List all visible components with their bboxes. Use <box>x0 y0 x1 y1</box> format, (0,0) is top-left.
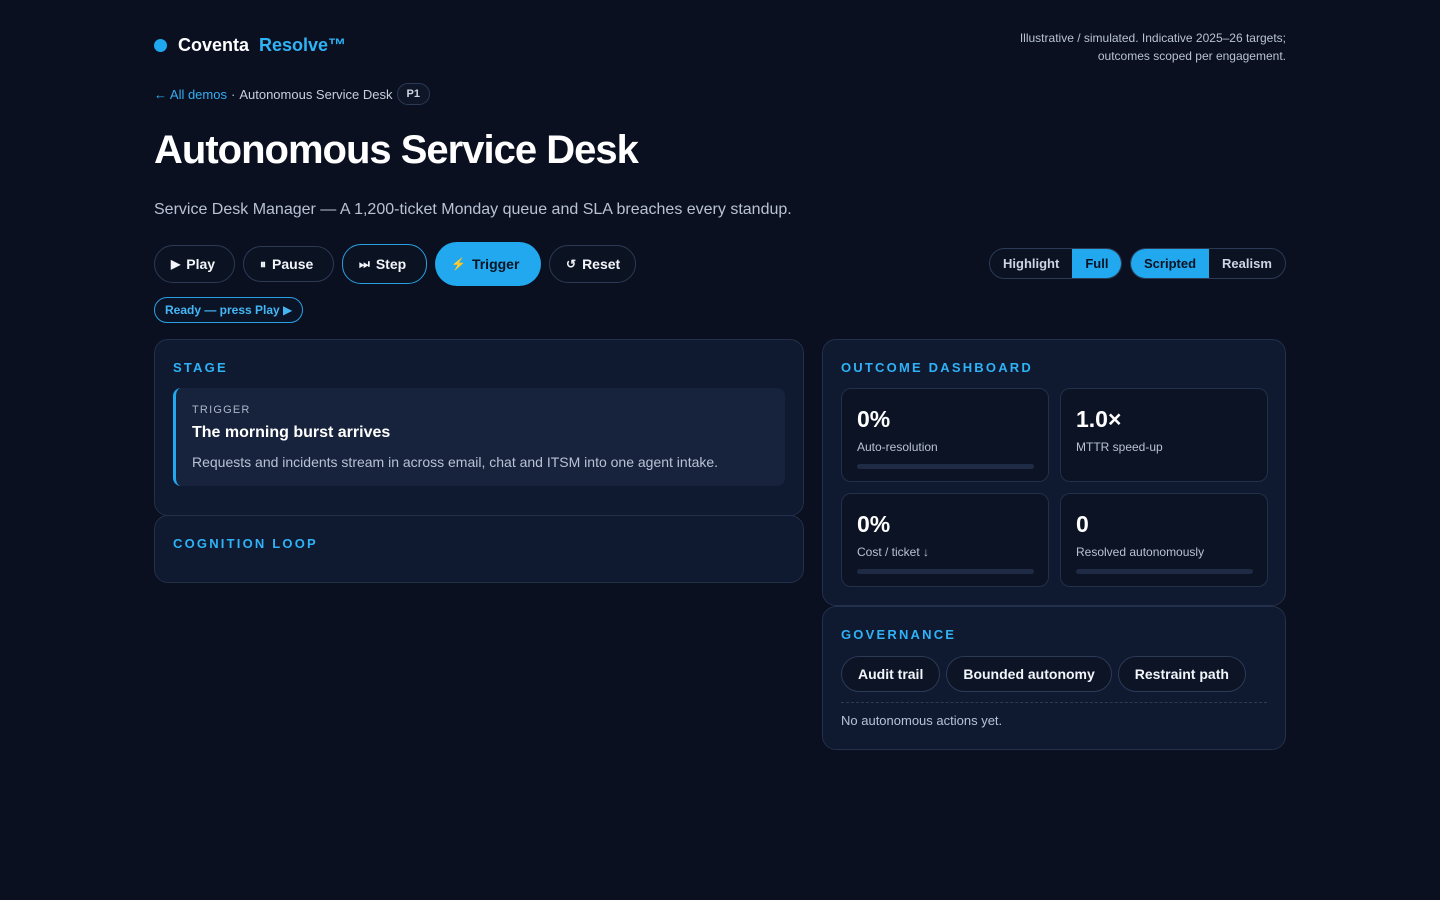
play-label: Play <box>186 256 216 272</box>
trigger-button[interactable]: ⚡ Trigger <box>435 242 541 286</box>
metric-value: 1.0× <box>1076 406 1122 432</box>
metric-value: 0 <box>1076 511 1089 537</box>
breadcrumb-current: Autonomous Service Desk <box>239 86 393 102</box>
pause-button[interactable]: ⏸ Pause <box>243 246 334 282</box>
playback-controls: ▶ Play ⏸ Pause ⏭ Step ⚡ Trigger ↺ Reset <box>154 242 644 286</box>
metric-progress-bar <box>857 464 1034 469</box>
page-subtitle: Service Desk Manager — A 1,200-ticket Mo… <box>154 201 792 218</box>
reset-label: Reset <box>582 256 621 272</box>
brand-logo[interactable]: Coventa Resolve™ <box>154 35 346 56</box>
brand-dot-icon <box>154 39 167 52</box>
pause-icon: ⏸ <box>260 256 267 271</box>
restraint-path-chip[interactable]: Restraint path <box>1117 656 1246 692</box>
metric-label: MTTR speed-up <box>1076 440 1163 454</box>
metric-cost-per-ticket: 0% Cost / ticket ↓ <box>841 493 1049 587</box>
stage-title: The morning burst arrives <box>192 424 391 441</box>
metric-label: Cost / ticket ↓ <box>857 545 930 559</box>
reset-button[interactable]: ↺ Reset <box>549 245 636 283</box>
mode-option-scripted[interactable]: Scripted <box>1131 249 1210 278</box>
metric-auto-resolution: 0% Auto-resolution <box>841 388 1049 482</box>
reset-icon: ↺ <box>566 257 577 271</box>
priority-badge: P1 <box>396 83 430 105</box>
brand-product: Resolve™ <box>259 35 347 55</box>
bounded-autonomy-chip[interactable]: Bounded autonomy <box>946 656 1112 692</box>
mode-toggle: Scripted Realism <box>1130 248 1286 279</box>
page-title: Autonomous Service Desk <box>154 128 639 172</box>
stage-panel: STAGE TRIGGER The morning burst arrives … <box>154 339 804 516</box>
metric-progress-bar <box>857 569 1034 574</box>
app-root: Coventa Resolve™ Illustrative / simulate… <box>154 0 1286 900</box>
metric-value: 0% <box>857 406 891 432</box>
stage-description: Requests and incidents stream in across … <box>192 454 719 470</box>
status-badge: Ready — press Play ▶ <box>154 297 304 323</box>
outcome-dashboard-panel: OUTCOME DASHBOARD 0% Auto-resolution 1.0… <box>822 339 1286 606</box>
disclaimer-line-2: outcomes scoped per engagement. <box>1097 49 1286 63</box>
governance-note: No autonomous actions yet. <box>841 713 1003 728</box>
governance-heading: GOVERNANCE <box>841 627 957 642</box>
breadcrumb: ← All demos · Autonomous Service Desk P1 <box>154 83 430 105</box>
brand-name: Coventa <box>178 35 250 55</box>
mode-option-realism[interactable]: Realism <box>1209 249 1285 278</box>
metric-label: Auto-resolution <box>857 440 938 454</box>
play-icon: ▶ <box>171 257 181 271</box>
play-button[interactable]: ▶ Play <box>154 245 235 283</box>
governance-divider <box>841 702 1267 703</box>
trigger-label: Trigger <box>471 256 520 272</box>
metric-resolved-autonomously: 0 Resolved autonomously <box>1060 493 1268 587</box>
lightning-icon: ⚡ <box>451 257 466 271</box>
all-demos-link[interactable]: ← All demos <box>154 87 227 102</box>
step-icon: ⏭ <box>359 256 370 271</box>
governance-panel: GOVERNANCE Audit trail Bounded autonomy … <box>822 606 1286 750</box>
metric-label: Resolved autonomously <box>1076 545 1205 559</box>
disclaimer: Illustrative / simulated. Indicative 202… <box>966 29 1286 65</box>
view-option-full[interactable]: Full <box>1072 249 1121 278</box>
cognition-loop-panel: COGNITION LOOP <box>154 515 804 583</box>
stage-card: TRIGGER The morning burst arrives Reques… <box>173 388 785 486</box>
step-button[interactable]: ⏭ Step <box>342 244 427 284</box>
step-label: Step <box>375 256 407 272</box>
metric-value: 0% <box>857 511 891 537</box>
breadcrumb-separator: · <box>230 86 236 102</box>
disclaimer-line-1: Illustrative / simulated. Indicative 202… <box>1019 31 1286 45</box>
audit-trail-chip[interactable]: Audit trail <box>841 656 941 692</box>
governance-chips: Audit trail Bounded autonomy Restraint p… <box>841 656 1252 692</box>
cognition-loop-heading: COGNITION LOOP <box>173 536 318 551</box>
metric-progress-bar <box>1076 569 1253 574</box>
pause-label: Pause <box>272 256 314 272</box>
view-toggle: Highlight Full <box>989 248 1122 279</box>
outcome-dashboard-heading: OUTCOME DASHBOARD <box>841 360 1033 375</box>
metric-mttr-speedup: 1.0× MTTR speed-up <box>1060 388 1268 482</box>
view-option-highlight[interactable]: Highlight <box>990 249 1072 278</box>
stage-heading: STAGE <box>173 360 228 375</box>
stage-kicker: TRIGGER <box>192 404 251 416</box>
